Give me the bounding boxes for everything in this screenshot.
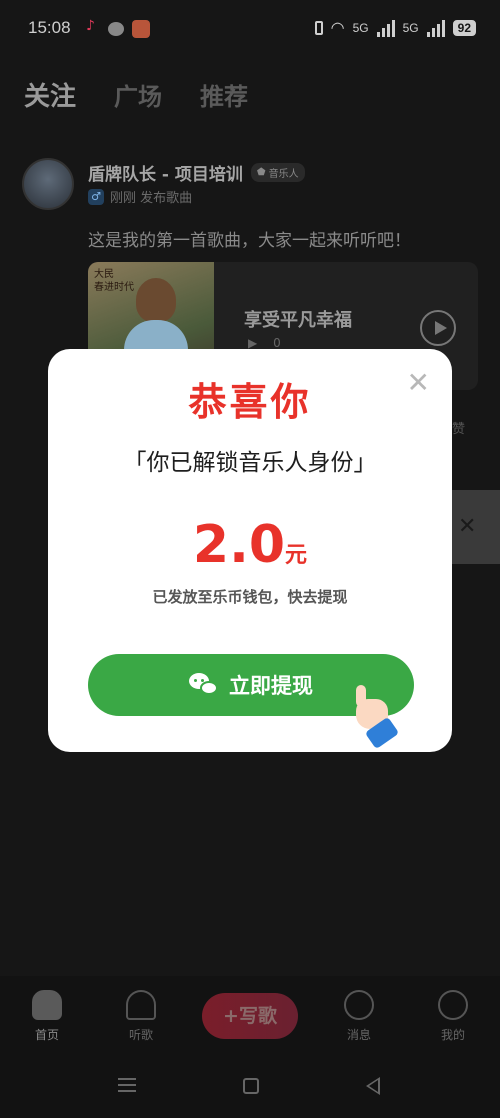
withdraw-button-label: 立即提现 bbox=[229, 674, 313, 698]
pointing-hand-icon bbox=[350, 685, 402, 750]
reward-amount: 2.0元 bbox=[48, 515, 452, 575]
wechat-icon bbox=[189, 673, 219, 697]
modal-title: 恭喜你 bbox=[188, 380, 312, 424]
amount-unit: 元 bbox=[285, 543, 308, 568]
reward-description: 已发放至乐币钱包，快去提现 bbox=[152, 588, 348, 606]
modal-subtitle: 「你已解锁音乐人身份」 bbox=[123, 450, 377, 476]
amount-value: 2.0 bbox=[192, 515, 286, 575]
reward-modal: ✕ 恭喜你 「你已解锁音乐人身份」 2.0元 已发放至乐币钱包，快去提现 立即提… bbox=[48, 349, 452, 752]
